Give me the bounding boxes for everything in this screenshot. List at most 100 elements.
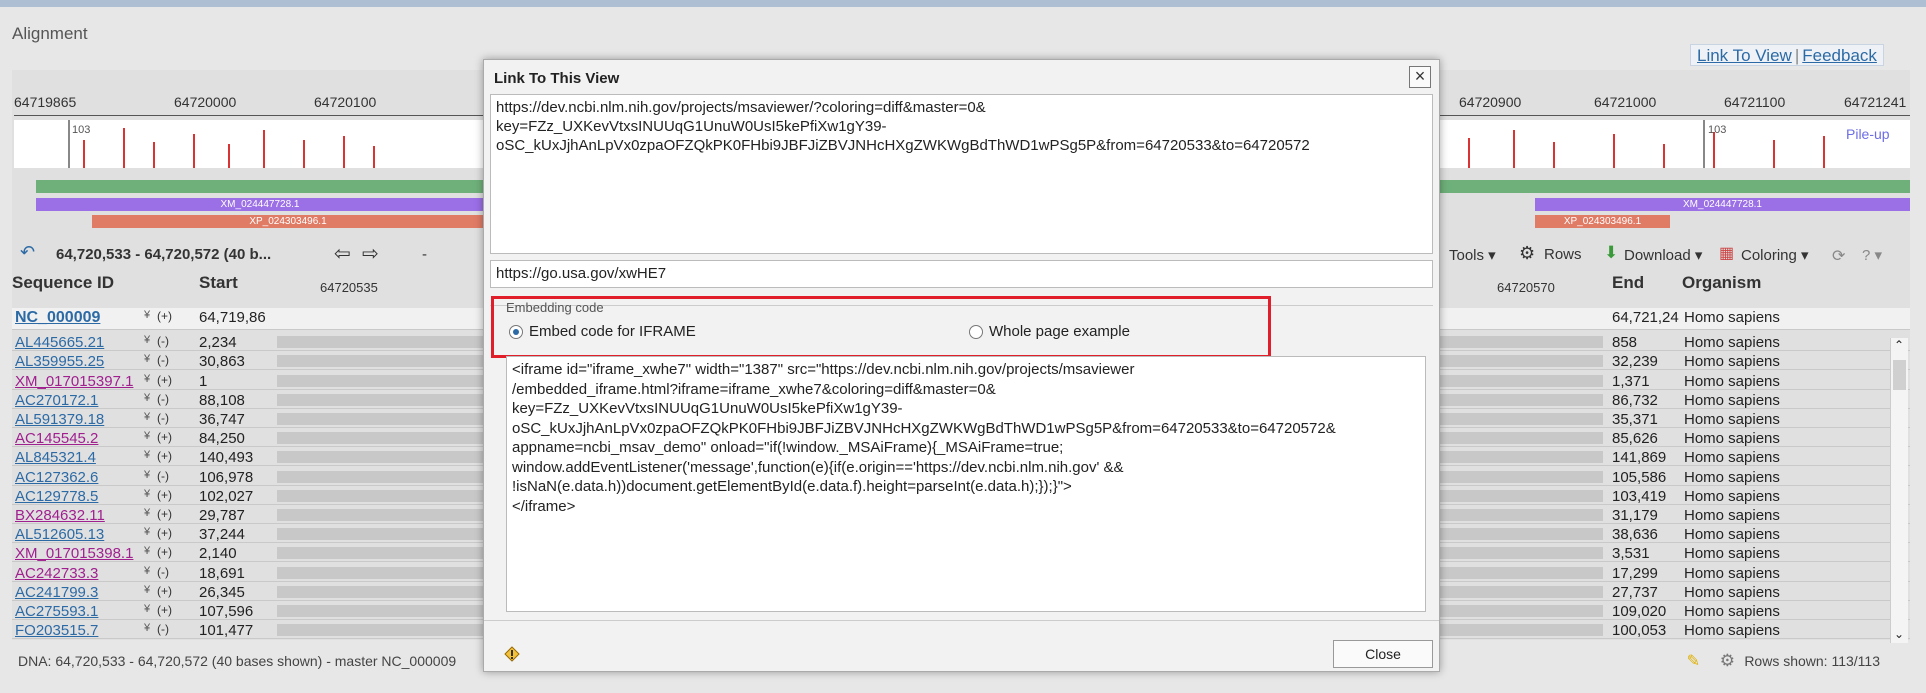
organism-value: Homo sapiens [1684, 564, 1780, 582]
sequence-id-link[interactable]: AC275593.1 [15, 603, 98, 620]
expand-icon[interactable]: ¥ [144, 449, 150, 461]
sequence-id-link[interactable]: XM_017015398.1 [15, 545, 133, 562]
col-organism[interactable]: Organism [1682, 273, 1761, 293]
organism-value: Homo sapiens [1684, 468, 1780, 486]
vertical-scrollbar[interactable]: ⌃ ⌄ [1890, 338, 1908, 643]
expand-icon[interactable]: ¥ [144, 353, 150, 365]
sequence-id-link[interactable]: AC241799.3 [15, 584, 98, 601]
end-value: 109,020 [1612, 603, 1667, 620]
radio-checked-icon[interactable] [509, 324, 523, 339]
radio-unchecked-icon[interactable] [969, 324, 983, 339]
sequence-id-link[interactable]: AC145545.2 [15, 430, 98, 447]
gene-bar-green-left[interactable] [36, 180, 484, 193]
expand-icon[interactable]: ¥ [144, 488, 150, 500]
sequence-id-link[interactable]: AL445665.21 [15, 334, 104, 351]
sequence-id-link[interactable]: AC127362.6 [15, 469, 98, 486]
close-button[interactable]: Close [1333, 640, 1433, 668]
sequence-id-link[interactable]: AL845321.4 [15, 449, 96, 466]
gear-icon[interactable]: ⚙ [1720, 651, 1735, 671]
sequence-id-link[interactable]: BX284632.11 [15, 507, 105, 524]
pencil-icon[interactable]: ✎ [1687, 651, 1700, 671]
bar-label: XP_024303496.1 [249, 216, 327, 227]
start-value: 37,244 [199, 526, 245, 544]
zoom-out-button[interactable]: - [422, 246, 427, 263]
organism-value: Homo sapiens [1684, 334, 1780, 352]
close-icon[interactable]: × [1409, 66, 1431, 88]
strand-label: (+) [157, 545, 172, 560]
status-left: DNA: 64,720,533 - 64,720,572 (40 bases s… [18, 653, 457, 669]
end-value: 1,371 [1612, 372, 1650, 390]
refresh-icon[interactable]: ⟳ [1832, 246, 1845, 266]
col-end[interactable]: End [1612, 273, 1644, 293]
coloring-menu[interactable]: Coloring ▾ [1741, 246, 1809, 264]
warning-icon[interactable] [504, 646, 520, 662]
expand-icon[interactable]: ¥ [144, 526, 150, 538]
sequence-id-link[interactable]: AL359955.25 [15, 353, 104, 370]
ruler-tick: 64721000 [1594, 94, 1657, 110]
gene-bar-green-right[interactable] [1440, 180, 1910, 193]
organism-value: Homo sapiens [1684, 487, 1780, 505]
sequence-id-link[interactable]: AC270172.1 [15, 392, 98, 409]
expand-icon[interactable]: ¥ [144, 507, 150, 519]
undo-icon[interactable]: ↶ [20, 242, 35, 263]
forward-arrow-icon[interactable]: ⇨ [362, 241, 379, 266]
gene-bar-salmon-left[interactable]: XP_024303496.1 [92, 215, 484, 228]
expand-icon[interactable]: ¥ [144, 309, 150, 321]
sequence-id-link[interactable]: AL591379.18 [15, 411, 104, 428]
expand-icon[interactable]: ¥ [144, 565, 150, 577]
end-value: 38,636 [1612, 526, 1658, 544]
expand-icon[interactable]: ¥ [144, 392, 150, 404]
expand-icon[interactable]: ¥ [144, 622, 150, 634]
end-value: 3,531 [1612, 545, 1650, 563]
expand-icon[interactable]: ¥ [144, 603, 150, 615]
expand-icon[interactable]: ¥ [144, 545, 150, 557]
sequence-id-link[interactable]: AC242733.3 [15, 565, 98, 582]
download-menu[interactable]: Download ▾ [1624, 246, 1702, 264]
gene-bar-salmon-right[interactable]: XP_024303496.1 [1535, 215, 1670, 228]
start-value: 107,596 [199, 603, 254, 620]
range-label: 64,720,533 - 64,720,572 (40 b... [56, 246, 272, 263]
sequence-id-link[interactable]: NC_000009 [15, 309, 100, 327]
help-menu[interactable]: ? ▾ [1862, 246, 1882, 264]
feedback-link[interactable]: Feedback [1802, 46, 1877, 65]
sequence-id-link[interactable]: XM_017015397.1 [15, 373, 133, 390]
radio-embed-iframe[interactable]: Embed code for IFRAME [509, 323, 696, 340]
radio-whole-page[interactable]: Whole page example [969, 323, 1130, 340]
embed-code-textarea[interactable]: <iframe id="iframe_xwhe7" width="1387" s… [506, 356, 1426, 612]
strand-label: (+) [157, 372, 172, 387]
organism-value: Homo sapiens [1684, 391, 1780, 409]
back-arrow-icon[interactable]: ⇦ [334, 241, 351, 266]
expand-icon[interactable]: ¥ [144, 334, 150, 346]
url-textarea[interactable]: https://dev.ncbi.nlm.nih.gov/projects/ms… [490, 94, 1433, 254]
col-sequence-id[interactable]: Sequence ID [12, 273, 114, 293]
strand-label: (+) [157, 309, 172, 323]
rows-menu[interactable]: Rows [1544, 246, 1582, 263]
organism-value: Homo sapiens [1684, 603, 1780, 620]
expand-icon[interactable]: ¥ [144, 469, 150, 481]
gene-bar-purple-right[interactable]: XM_024447728.1 [1535, 198, 1910, 211]
sequence-id-link[interactable]: FO203515.7 [15, 622, 98, 639]
expand-icon[interactable]: ¥ [144, 373, 150, 385]
scroll-thumb[interactable] [1893, 360, 1906, 390]
sequence-id-link[interactable]: AC129778.5 [15, 488, 98, 505]
link-to-view-link[interactable]: Link To View [1697, 46, 1792, 65]
short-url-field[interactable]: https://go.usa.gov/xwHE7 [490, 260, 1433, 288]
strand-label: (+) [157, 487, 172, 502]
scroll-up-icon[interactable]: ⌃ [1894, 338, 1904, 352]
start-value: 26,345 [199, 583, 245, 601]
tools-menu[interactable]: Tools ▾ [1449, 246, 1496, 264]
expand-icon[interactable]: ¥ [144, 584, 150, 596]
top-accent-bar [0, 0, 1926, 7]
scroll-down-icon[interactable]: ⌄ [1894, 627, 1904, 641]
sequence-id-link[interactable]: AL512605.13 [15, 526, 104, 543]
ruler-tick: 64720900 [1459, 94, 1522, 110]
expand-icon[interactable]: ¥ [144, 411, 150, 423]
end-value: 64,721,24 [1612, 309, 1679, 326]
gene-bar-purple-left[interactable]: XM_024447728.1 [36, 198, 484, 211]
expand-icon[interactable]: ¥ [144, 430, 150, 442]
col-start[interactable]: Start [199, 273, 238, 293]
organism-value: Homo sapiens [1684, 372, 1780, 390]
strand-label: (+) [157, 603, 172, 617]
end-value: 103,419 [1612, 487, 1667, 505]
start-value: 18,691 [199, 564, 245, 582]
